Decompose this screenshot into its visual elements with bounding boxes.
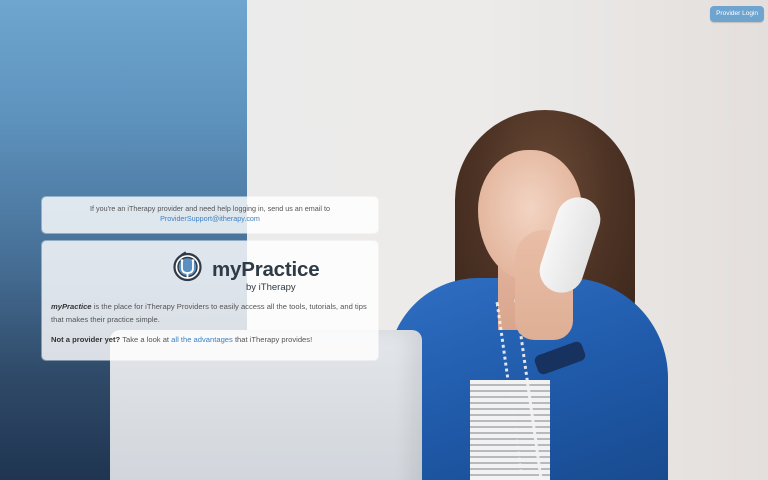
stethoscope-icon [173,251,202,282]
cta-before: Take a look at [122,335,170,344]
intro-description: myPractice is the place for iTherapy Pro… [51,301,373,326]
logo: myPractice by iTherapy [172,251,337,293]
brand-title: myPractice [212,258,320,281]
cta-lead: Not a provider yet? [51,335,121,344]
support-email-link[interactable]: ProviderSupport@itherapy.com [42,214,378,224]
advantages-link[interactable]: all the advantages [171,335,233,344]
help-text: If you're an iTherapy provider and need … [90,204,330,213]
intro-description-text: is the place for iTherapy Providers to e… [51,302,367,324]
intro-panel: myPractice by iTherapy myPractice is the… [42,241,378,360]
provider-cta: Not a provider yet? Take a look at all t… [51,334,373,346]
cta-after: that iTherapy provides! [234,335,313,344]
provider-login-button[interactable]: Provider Login [710,6,764,22]
brand-subtitle: by iTherapy [246,282,296,293]
help-panel: If you're an iTherapy provider and need … [42,197,378,233]
background-photo [0,0,768,480]
brand-name-inline: myPractice [51,302,92,311]
